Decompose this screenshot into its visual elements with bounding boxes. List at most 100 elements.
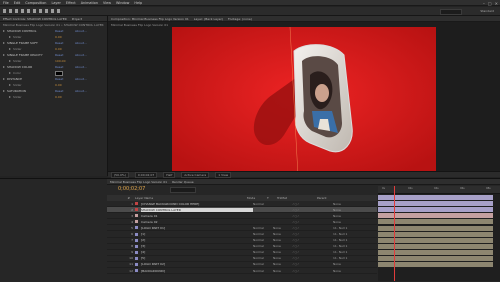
reset-link[interactable]: Reset xyxy=(55,53,75,57)
layer-duration-bar[interactable] xyxy=(378,243,493,249)
about-link[interactable]: About... xyxy=(75,29,87,33)
layer-name[interactable]: [BACKGROUND] xyxy=(141,269,253,273)
layer-switches[interactable]: ⁄ ○ ⁄ xyxy=(293,202,333,206)
layer-duration-bar[interactable] xyxy=(378,237,493,243)
property-value[interactable]: 0.00 xyxy=(55,95,75,99)
parent-dropdown[interactable]: 11. Null 1 xyxy=(333,244,347,248)
disclosure-triangle-icon[interactable] xyxy=(9,48,11,50)
property-value[interactable]: 100.00 xyxy=(55,59,75,63)
tab-item[interactable]: Layer: (Back Layer) xyxy=(194,17,223,21)
menu-window[interactable]: Window xyxy=(116,1,129,5)
trkmat-dropdown[interactable]: None xyxy=(273,256,293,260)
view-layout-dropdown[interactable]: 1 View xyxy=(215,171,232,178)
layer-name[interactable]: [3] xyxy=(141,244,253,248)
layer-duration-bar[interactable] xyxy=(378,262,493,268)
zoom-dropdown[interactable]: (50.0%) xyxy=(111,171,129,178)
layer-name[interactable]: [LOGO PART 02] xyxy=(141,262,253,266)
parent-dropdown[interactable]: 11. Null 1 xyxy=(333,232,347,236)
label-color-swatch[interactable] xyxy=(135,244,138,248)
layer-duration-bar[interactable] xyxy=(378,213,493,219)
layer-duration-bar[interactable] xyxy=(378,219,493,225)
blend-mode-dropdown[interactable]: Normal xyxy=(253,202,273,206)
layer-duration-bar[interactable] xyxy=(378,201,493,207)
parent-dropdown[interactable]: None xyxy=(333,262,341,266)
current-time[interactable]: 0;00;02;07 xyxy=(134,171,158,178)
label-color-swatch[interactable] xyxy=(135,238,138,242)
layer-switches[interactable]: ⁄ ○ ⁄ xyxy=(293,238,333,242)
effect-property-row[interactable]: Slider 0.00 xyxy=(0,94,107,100)
layer-switches[interactable]: ⁄ ○ ⁄ xyxy=(293,226,333,230)
reset-link[interactable]: Reset xyxy=(55,29,75,33)
trkmat-dropdown[interactable]: None xyxy=(273,238,293,242)
disclosure-triangle-icon[interactable] xyxy=(3,42,5,44)
blend-mode-dropdown[interactable]: Normal xyxy=(253,244,273,248)
blend-mode-dropdown[interactable]: Normal xyxy=(253,250,273,254)
parent-dropdown[interactable]: 11. Null 1 xyxy=(333,238,347,242)
about-link[interactable]: About... xyxy=(75,41,87,45)
layer-row[interactable]: 12 [BACKGROUND] Normal None ⁄ ○ ⁄ None xyxy=(107,268,377,275)
maximize-icon[interactable]: □ xyxy=(488,1,492,6)
trkmat-dropdown[interactable]: None xyxy=(273,269,293,273)
reset-link[interactable]: Reset xyxy=(55,77,75,81)
menu-animation[interactable]: Animation xyxy=(81,1,98,5)
label-color-swatch[interactable] xyxy=(135,220,138,224)
blend-mode-dropdown[interactable]: Normal xyxy=(253,256,273,260)
layer-search-input[interactable] xyxy=(170,187,196,193)
disclosure-triangle-icon[interactable] xyxy=(3,90,5,92)
layer-switches[interactable]: ⁄ ○ ⁄ xyxy=(293,244,333,248)
disclosure-triangle-icon[interactable] xyxy=(9,36,11,38)
about-link[interactable]: About... xyxy=(75,53,87,57)
trkmat-dropdown[interactable]: None xyxy=(273,226,293,230)
label-color-swatch[interactable] xyxy=(135,208,138,212)
label-color-swatch[interactable] xyxy=(135,250,138,254)
layer-switches[interactable]: ⁄ ○ ⁄ xyxy=(293,256,333,260)
tab-item[interactable]: Render Queue xyxy=(172,180,194,184)
layer-duration-bar[interactable] xyxy=(378,231,493,237)
blend-mode-dropdown[interactable]: Normal xyxy=(253,232,273,236)
disclosure-triangle-icon[interactable] xyxy=(9,96,11,98)
layer-duration-bar[interactable] xyxy=(378,256,493,261)
parent-dropdown[interactable]: None xyxy=(333,269,341,273)
tool-icons[interactable] xyxy=(0,7,90,15)
tab-item[interactable]: Effect Controls: SHADOW CONTROL LAYER xyxy=(3,17,67,21)
layer-name[interactable]: Camera 02 xyxy=(141,220,253,224)
layer-duration-bar[interactable] xyxy=(378,207,493,213)
layer-switches[interactable]: ⁄ ○ ⁄ xyxy=(293,232,333,236)
parent-dropdown[interactable]: None xyxy=(333,220,341,224)
trkmat-dropdown[interactable]: None xyxy=(273,250,293,254)
layer-track-area[interactable] xyxy=(378,194,500,281)
menu-composition[interactable]: Composition xyxy=(25,1,46,5)
parent-dropdown[interactable]: None xyxy=(333,208,341,212)
label-color-swatch[interactable] xyxy=(135,214,138,218)
parent-dropdown[interactable]: None xyxy=(333,202,341,206)
layer-name[interactable]: [4] xyxy=(141,250,253,254)
layer-name[interactable]: [2] xyxy=(141,238,253,242)
disclosure-triangle-icon[interactable] xyxy=(9,84,11,86)
layer-duration-bar[interactable] xyxy=(378,249,493,255)
label-color-swatch[interactable] xyxy=(135,202,138,206)
label-color-swatch[interactable] xyxy=(135,256,138,260)
label-color-swatch[interactable] xyxy=(135,226,138,230)
disclosure-triangle-icon[interactable] xyxy=(3,30,5,32)
layer-name[interactable]: [LOGO PART 01] xyxy=(141,226,253,230)
reset-link[interactable]: Reset xyxy=(55,41,75,45)
property-value[interactable]: 0.00 xyxy=(55,47,75,51)
trkmat-dropdown[interactable]: None xyxy=(273,232,293,236)
menu-effect[interactable]: Effect xyxy=(66,1,76,5)
help-search-input[interactable] xyxy=(440,9,462,15)
layer-name[interactable]: SHADOW CONTROL LAYER xyxy=(141,207,253,212)
parent-dropdown[interactable]: 11. Null 1 xyxy=(333,256,347,260)
about-link[interactable]: About... xyxy=(75,89,87,93)
blend-mode-dropdown[interactable]: Normal xyxy=(253,269,273,273)
layer-switches[interactable]: ⁄ ○ ⁄ xyxy=(293,250,333,254)
menu-help[interactable]: Help xyxy=(134,1,142,5)
layer-switches[interactable]: ⁄ ○ ⁄ xyxy=(293,208,333,212)
layer-duration-bar[interactable] xyxy=(378,225,493,231)
property-value[interactable]: 0.00 xyxy=(55,35,75,39)
blend-mode-dropdown[interactable]: Normal xyxy=(253,262,273,266)
layer-name[interactable]: [CHANGE BACKGROUND COLOR HERE] xyxy=(141,202,253,206)
property-value[interactable]: 0.00 xyxy=(55,83,75,87)
disclosure-triangle-icon[interactable] xyxy=(9,60,11,62)
tab-item[interactable]: Project xyxy=(72,17,82,21)
layer-switches[interactable]: ⁄ ○ ⁄ xyxy=(293,262,333,266)
